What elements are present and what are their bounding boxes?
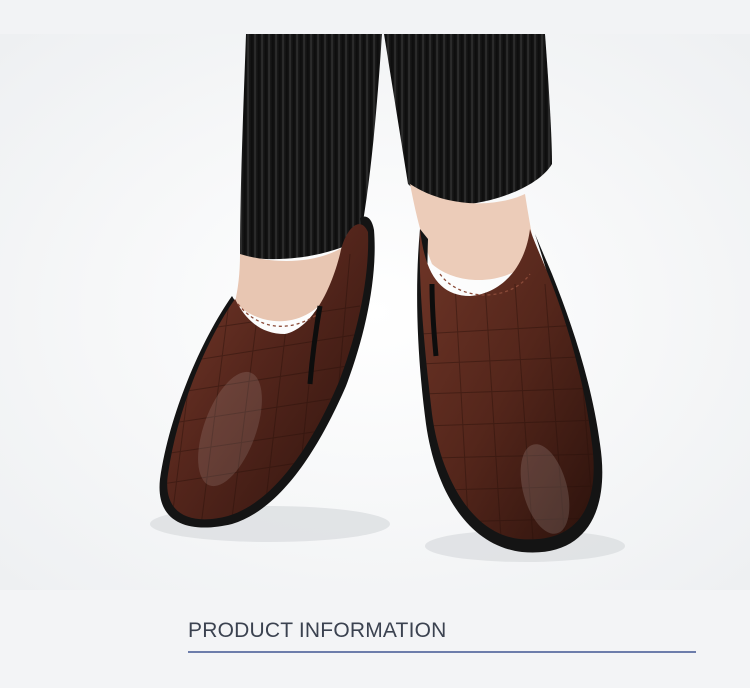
right-trouser-leg [384,34,552,205]
section-title: PRODUCT INFORMATION [188,619,447,642]
shoes-photo-illustration [0,34,750,590]
top-strip [0,0,750,34]
product-page: PRODUCT INFORMATION [0,0,750,688]
product-photo [0,34,750,590]
title-underline [188,651,696,653]
